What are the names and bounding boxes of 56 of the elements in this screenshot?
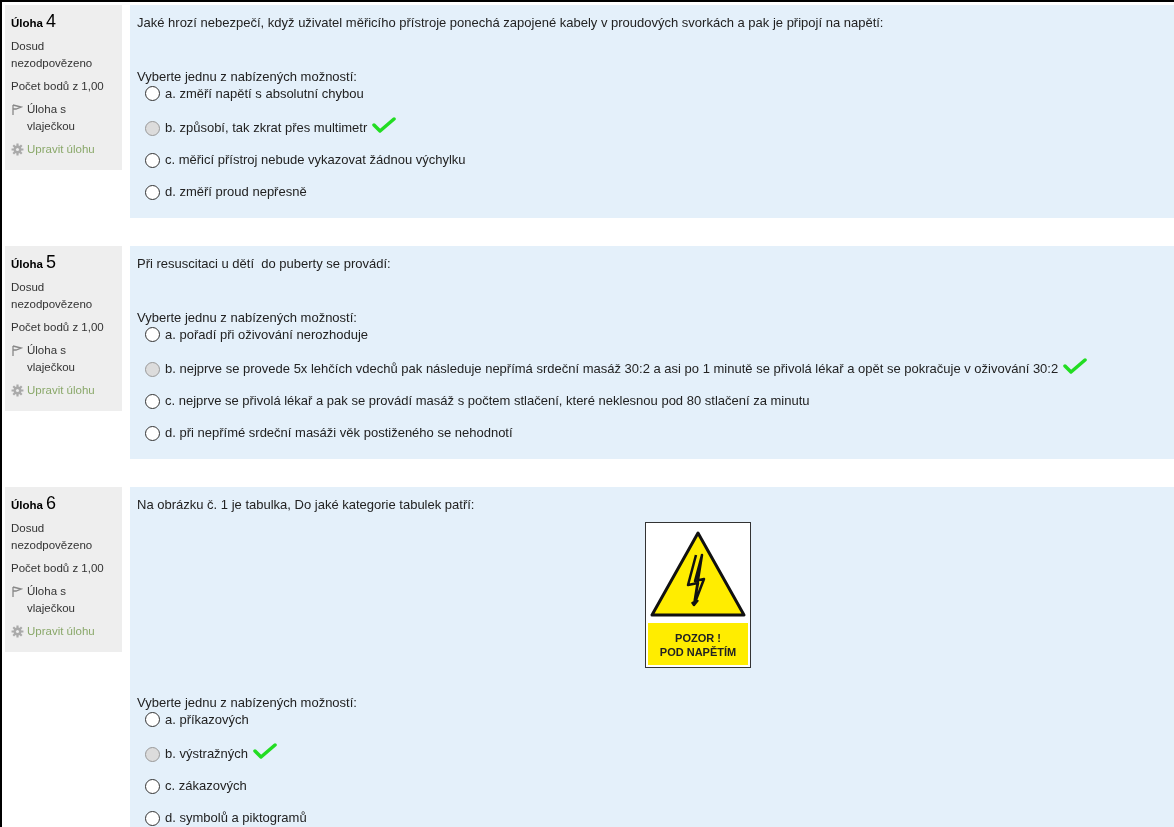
question-number: 5	[45, 254, 56, 271]
checkmark-icon	[253, 743, 278, 759]
answer-option: c. měřicí přístroj nebude vykazovat žádnou výchylku	[165, 152, 466, 168]
answer-option: b. způsobí, tak zkrat přes multimetr	[165, 120, 368, 136]
radio-button[interactable]	[145, 778, 160, 794]
question-status: Dosud nezodpovězeno	[11, 39, 94, 71]
question-label: Úloha	[11, 498, 43, 513]
radio-button[interactable]	[145, 361, 160, 377]
sign-text: POD NAPĚTÍM	[659, 645, 737, 659]
flag-question-link[interactable]: Úloha s vlaječkou	[27, 583, 116, 617]
flag-icon[interactable]	[11, 104, 23, 116]
radio-button[interactable]	[145, 810, 160, 826]
flag-icon[interactable]	[11, 345, 23, 357]
answer-option: a. pořadí při oživování nerozhoduje	[165, 327, 369, 343]
answer-option: a. příkazových	[165, 712, 249, 728]
radio-button[interactable]	[145, 86, 160, 101]
flag-question-link[interactable]: Úloha s vlaječkou	[27, 342, 116, 376]
question-number: 4	[45, 13, 56, 30]
answer-prompt: Vyberte jednu z nabízených možností:	[137, 309, 358, 327]
question-points: Počet bodů z 1,00	[11, 561, 105, 576]
flag-question-link[interactable]: Úloha s vlaječkou	[27, 101, 116, 135]
question-text: Jaké hrozí nebezpečí, když uživatel měřicího přístroje ponechá zapojené kabely v proudových svorkách a pak je připojí na napětí:	[137, 14, 885, 32]
gear-icon	[11, 143, 24, 156]
sign-text: POZOR !	[675, 631, 721, 645]
answer-option: d. při nepřímé srdeční masáži věk postiženého se nehodnotí	[165, 425, 513, 441]
radio-button[interactable]	[145, 746, 160, 762]
question-status: Dosud nezodpovězeno	[11, 521, 94, 553]
question-text: Při resuscitaci u dětí do puberty se provádí:	[137, 255, 392, 273]
answer-option: d. změří proud nepřesně	[165, 184, 307, 200]
question-status: Dosud nezodpovězeno	[11, 280, 94, 312]
checkmark-icon	[372, 117, 397, 133]
answer-option: c. nejprve se přivolá lékař a pak se provádí masáž s počtem stlačení, které neklesnou pod 80 stlačení za minutu	[165, 393, 810, 409]
question-number: 6	[45, 495, 56, 512]
radio-button[interactable]	[145, 712, 160, 727]
radio-button[interactable]	[145, 152, 160, 168]
answer-option: a. změří napětí s absolutní chybou	[165, 86, 364, 102]
question-label: Úloha	[11, 257, 43, 272]
answer-option: d. symbolů a piktogramů	[165, 810, 307, 826]
question-label: Úloha	[11, 16, 43, 31]
answer-option: c. zákazových	[165, 778, 247, 794]
answer-prompt: Vyberte jednu z nabízených možností:	[137, 694, 358, 712]
gear-icon	[11, 625, 24, 638]
answer-prompt: Vyberte jednu z nabízených možností:	[137, 68, 358, 86]
checkmark-icon	[1063, 358, 1088, 374]
gear-icon	[11, 384, 24, 397]
answer-option: b. výstražných	[165, 746, 249, 762]
answer-option: b. nejprve se provede 5x lehčích vdechů pak následuje nepřímá srdeční masáž 30:2 a asi po 1 minutě se přivolá lékař a opět se pokračuje v oživování 30:2	[165, 361, 1059, 377]
radio-button[interactable]	[145, 425, 160, 441]
flag-icon[interactable]	[11, 586, 23, 598]
question-points: Počet bodů z 1,00	[11, 79, 105, 94]
question-text: Na obrázku č. 1 je tabulka, Do jaké kategorie tabulek patří:	[137, 496, 476, 514]
radio-button[interactable]	[145, 184, 160, 200]
radio-button[interactable]	[145, 327, 160, 342]
radio-button[interactable]	[145, 120, 160, 136]
question-points: Počet bodů z 1,00	[11, 320, 105, 335]
radio-button[interactable]	[145, 393, 160, 409]
